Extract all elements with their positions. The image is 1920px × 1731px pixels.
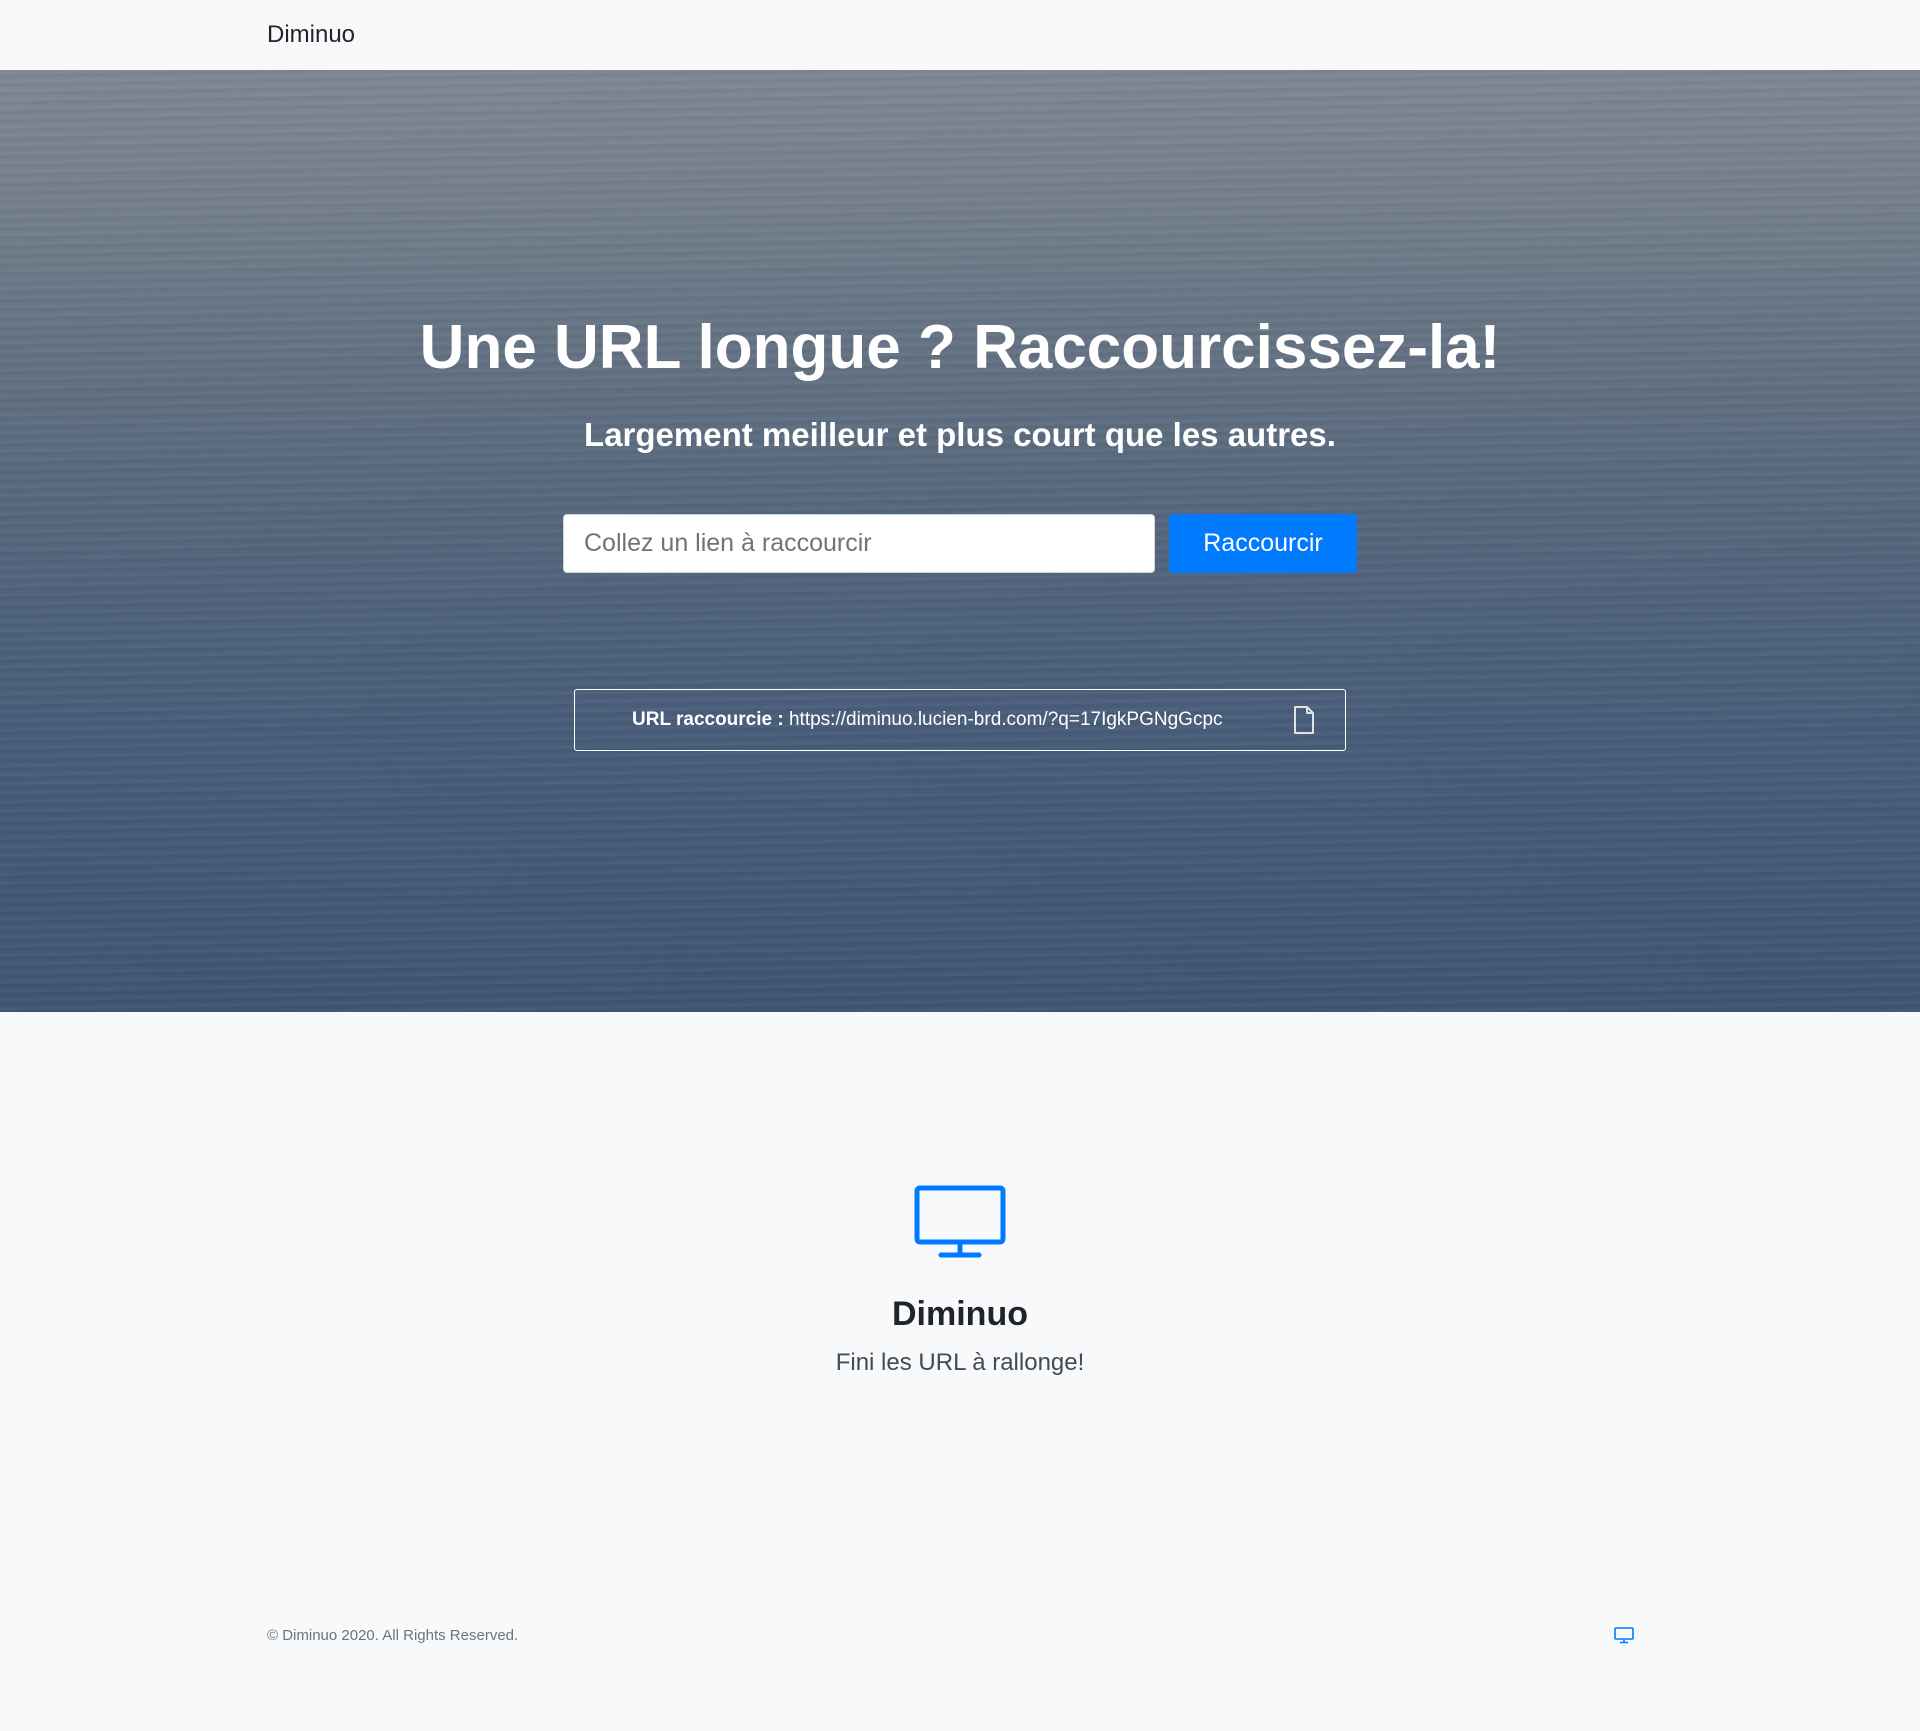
desktop-icon: [914, 1185, 1006, 1258]
shorten-button[interactable]: Raccourcir: [1169, 514, 1357, 573]
feature-title: Diminuo: [892, 1295, 1028, 1333]
shortened-url-line: URL raccourcie : https://diminuo.lucien-…: [632, 708, 1223, 732]
shortened-url-label: URL raccourcie :: [632, 709, 784, 730]
hero-subtitle: Largement meilleur et plus court que les…: [584, 416, 1336, 453]
hero-title: Une URL longue ? Raccourcissez-la!: [419, 313, 1501, 382]
shortened-url-value[interactable]: https://diminuo.lucien-brd.com/?q=17IgkP…: [789, 709, 1223, 730]
feature-section: Diminuo Fini les URL à rallonge!: [0, 1012, 1920, 1572]
navbar: Diminuo: [0, 0, 1920, 70]
masthead: Une URL longue ? Raccourcissez-la! Large…: [0, 70, 1920, 1012]
brand-link[interactable]: Diminuo: [267, 20, 355, 50]
url-input[interactable]: [563, 514, 1155, 573]
desktop-icon[interactable]: [1614, 1627, 1634, 1644]
shortened-url-box: URL raccourcie : https://diminuo.lucien-…: [574, 689, 1346, 751]
file-icon[interactable]: [1292, 705, 1316, 735]
feature-text: Fini les URL à rallonge!: [835, 1349, 1085, 1376]
footer-copyright: © Diminuo 2020. All Rights Reserved.: [267, 1627, 519, 1644]
